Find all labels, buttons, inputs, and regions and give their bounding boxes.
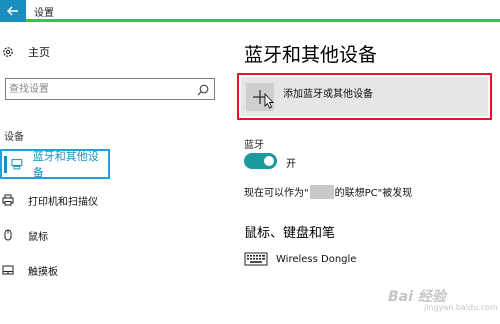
search-field[interactable] [5, 78, 215, 100]
sidebar-item-bluetooth[interactable]: 蓝牙和其他设备 [0, 149, 110, 179]
printer-icon [2, 194, 14, 206]
back-button[interactable] [0, 0, 26, 22]
sidebar-item-touchpad[interactable]: 触摸板 [2, 259, 58, 281]
bluetooth-label: 蓝牙 [244, 140, 264, 151]
device-list-item[interactable]: Wireless Dongle [244, 249, 356, 269]
discoverable-suffix: 的联想PC"被发现 [334, 188, 413, 199]
bluetooth-devices-icon [11, 159, 23, 170]
add-device-label: 添加蓝牙或其他设备 [283, 89, 373, 100]
section-title-mouse-keyboard: 鼠标、键盘和笔 [244, 226, 336, 241]
add-device-highlight: 添加蓝牙或其他设备 [237, 73, 492, 120]
search-input[interactable] [9, 81, 189, 97]
toggle-knob [264, 156, 274, 166]
discoverable-prefix: 现在可以作为" [244, 188, 309, 199]
page-title: 蓝牙和其他设备 [244, 44, 378, 66]
sidebar-item-label: 鼠标 [28, 231, 48, 243]
mouse-icon [4, 229, 12, 241]
add-device-button[interactable]: 添加蓝牙或其他设备 [241, 77, 488, 116]
discoverable-text: 现在可以作为" 的联想PC"被发现 [244, 184, 412, 199]
redacted-device-name [309, 184, 334, 199]
back-arrow-icon [7, 6, 18, 16]
search-icon[interactable] [196, 82, 210, 96]
sidebar-item-label: 蓝牙和其他设备 [32, 150, 99, 179]
gear-icon [3, 47, 13, 57]
active-indicator [4, 156, 7, 173]
touchpad-icon [2, 265, 14, 275]
window-title: 设置 [34, 8, 54, 19]
bluetooth-toggle-state: 开 [286, 159, 296, 170]
bluetooth-toggle[interactable] [244, 153, 277, 169]
section-label-devices: 设备 [4, 132, 24, 143]
sidebar-item-label: 触摸板 [28, 266, 58, 278]
device-name: Wireless Dongle [276, 253, 357, 265]
sidebar-item-printers[interactable]: 打印机和扫描仪 [2, 189, 98, 211]
mouse-cursor-icon [264, 93, 275, 109]
sidebar-item-home[interactable]: 主页 [2, 43, 50, 61]
sidebar-item-mouse[interactable]: 鼠标 [2, 224, 48, 246]
watermark-url: jingyan.baidu.com [424, 303, 498, 312]
title-bar: 设置 [0, 0, 500, 22]
sidebar-item-label: 主页 [28, 46, 50, 59]
keyboard-icon [244, 252, 268, 266]
sidebar-item-label: 打印机和扫描仪 [28, 196, 98, 208]
